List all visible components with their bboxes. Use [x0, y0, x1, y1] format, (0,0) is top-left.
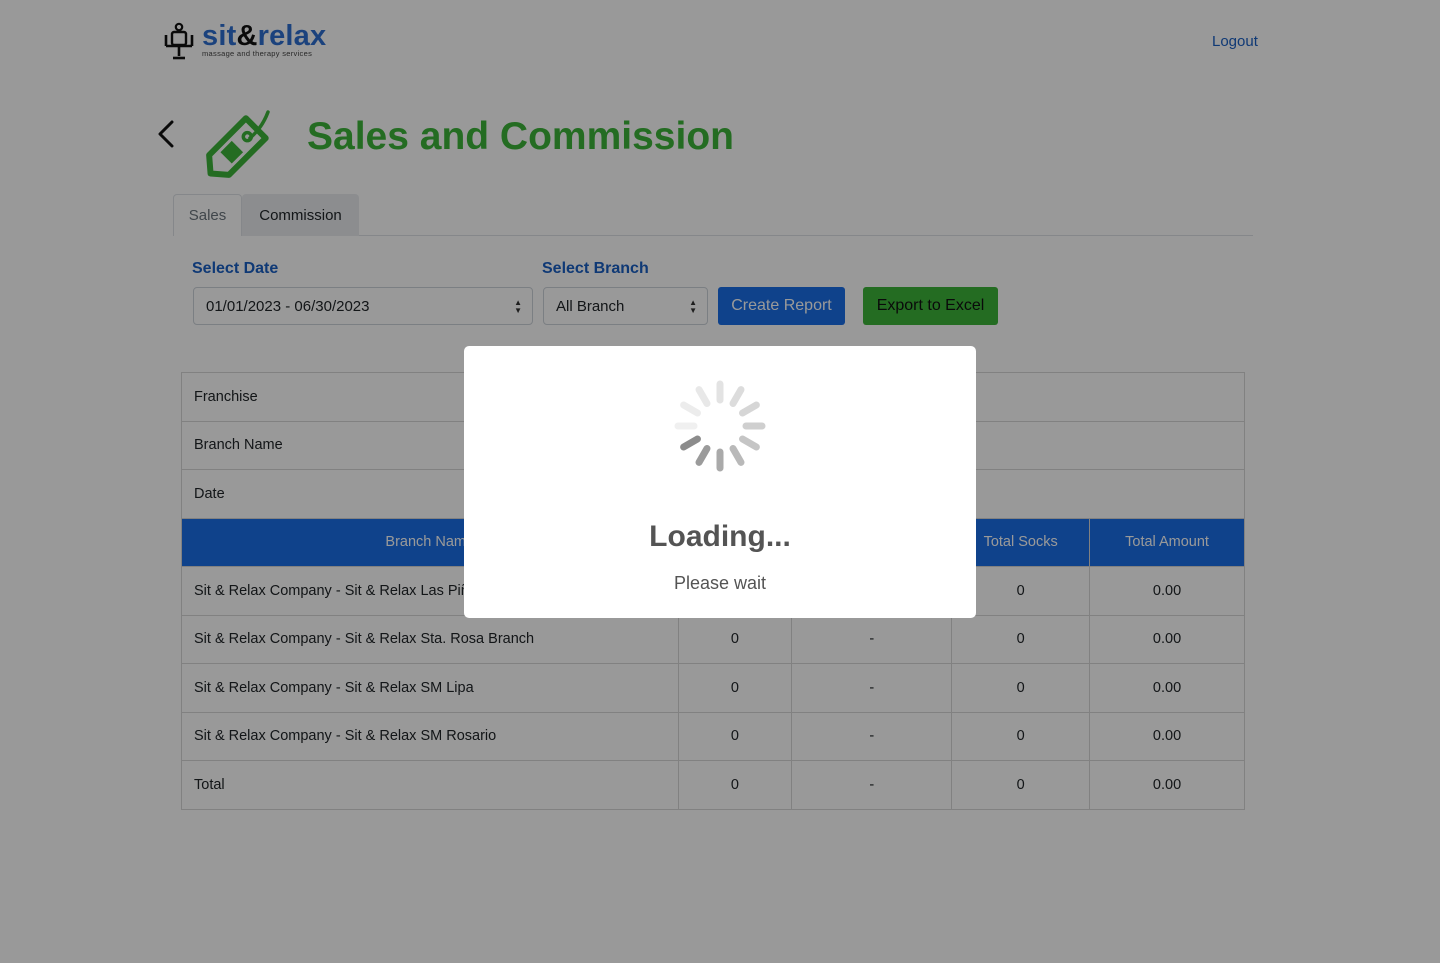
loading-spinner-icon	[674, 380, 766, 472]
loading-modal: Loading... Please wait	[464, 346, 976, 618]
loading-subtitle: Please wait	[673, 573, 767, 593]
loading-title: Loading...	[649, 520, 791, 553]
